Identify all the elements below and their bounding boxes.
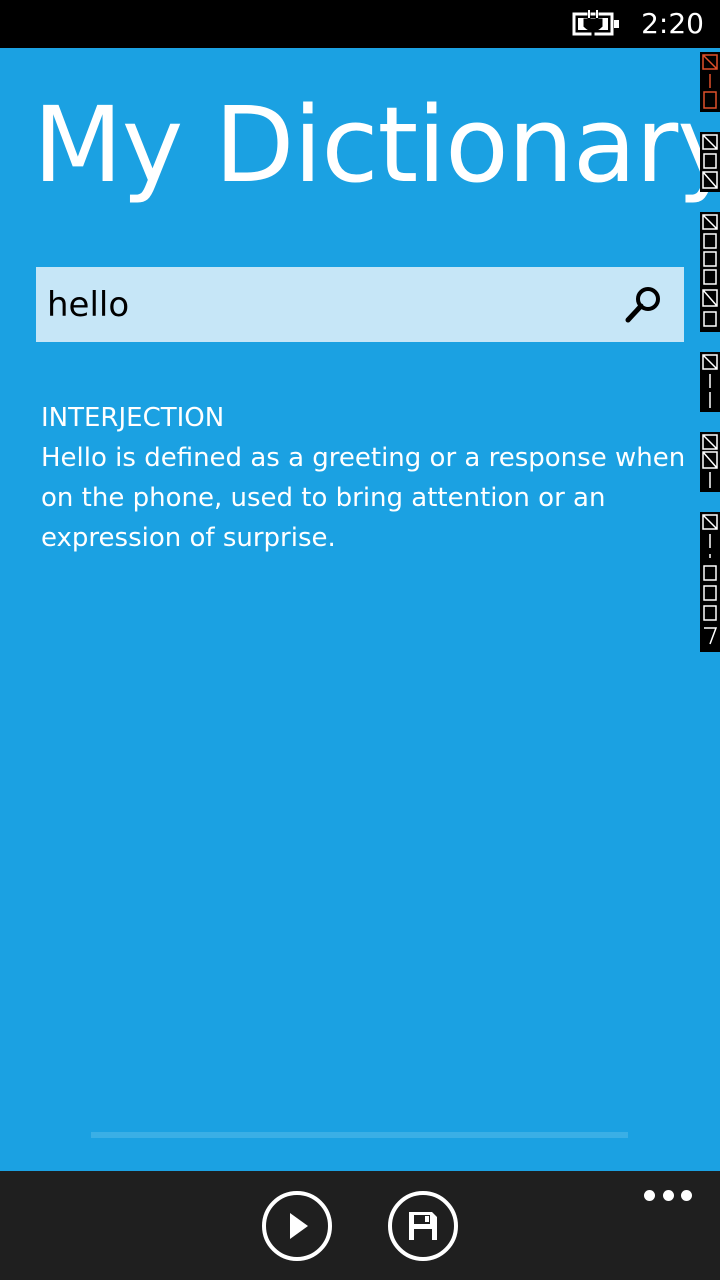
page-title: My Dictionary: [33, 84, 720, 206]
more-dots-icon[interactable]: [644, 1185, 692, 1205]
search-icon[interactable]: [622, 283, 666, 327]
search-input[interactable]: [36, 267, 596, 342]
battery-charging-icon: [572, 10, 622, 38]
part-of-speech-label: INTERJECTION: [41, 403, 225, 433]
status-bar: 2:20: [0, 0, 720, 48]
save-button[interactable]: [388, 1191, 458, 1261]
frame-rate-counters: [700, 52, 720, 652]
more-dot: [644, 1189, 655, 1201]
definition-text: Hello is defined as a greeting or a resp…: [41, 443, 686, 553]
more-dot: [662, 1189, 674, 1201]
play-button[interactable]: [262, 1191, 332, 1261]
scroll-indicator: [91, 1132, 628, 1138]
status-clock: 2:20: [641, 7, 704, 40]
definition-panel: INTERJECTION Hello is defined as a greet…: [41, 398, 701, 558]
save-icon: [409, 1212, 437, 1240]
play-icon: [290, 1213, 308, 1239]
app-bar: [0, 1171, 720, 1280]
search-box: [36, 267, 684, 342]
more-dot: [681, 1189, 692, 1201]
